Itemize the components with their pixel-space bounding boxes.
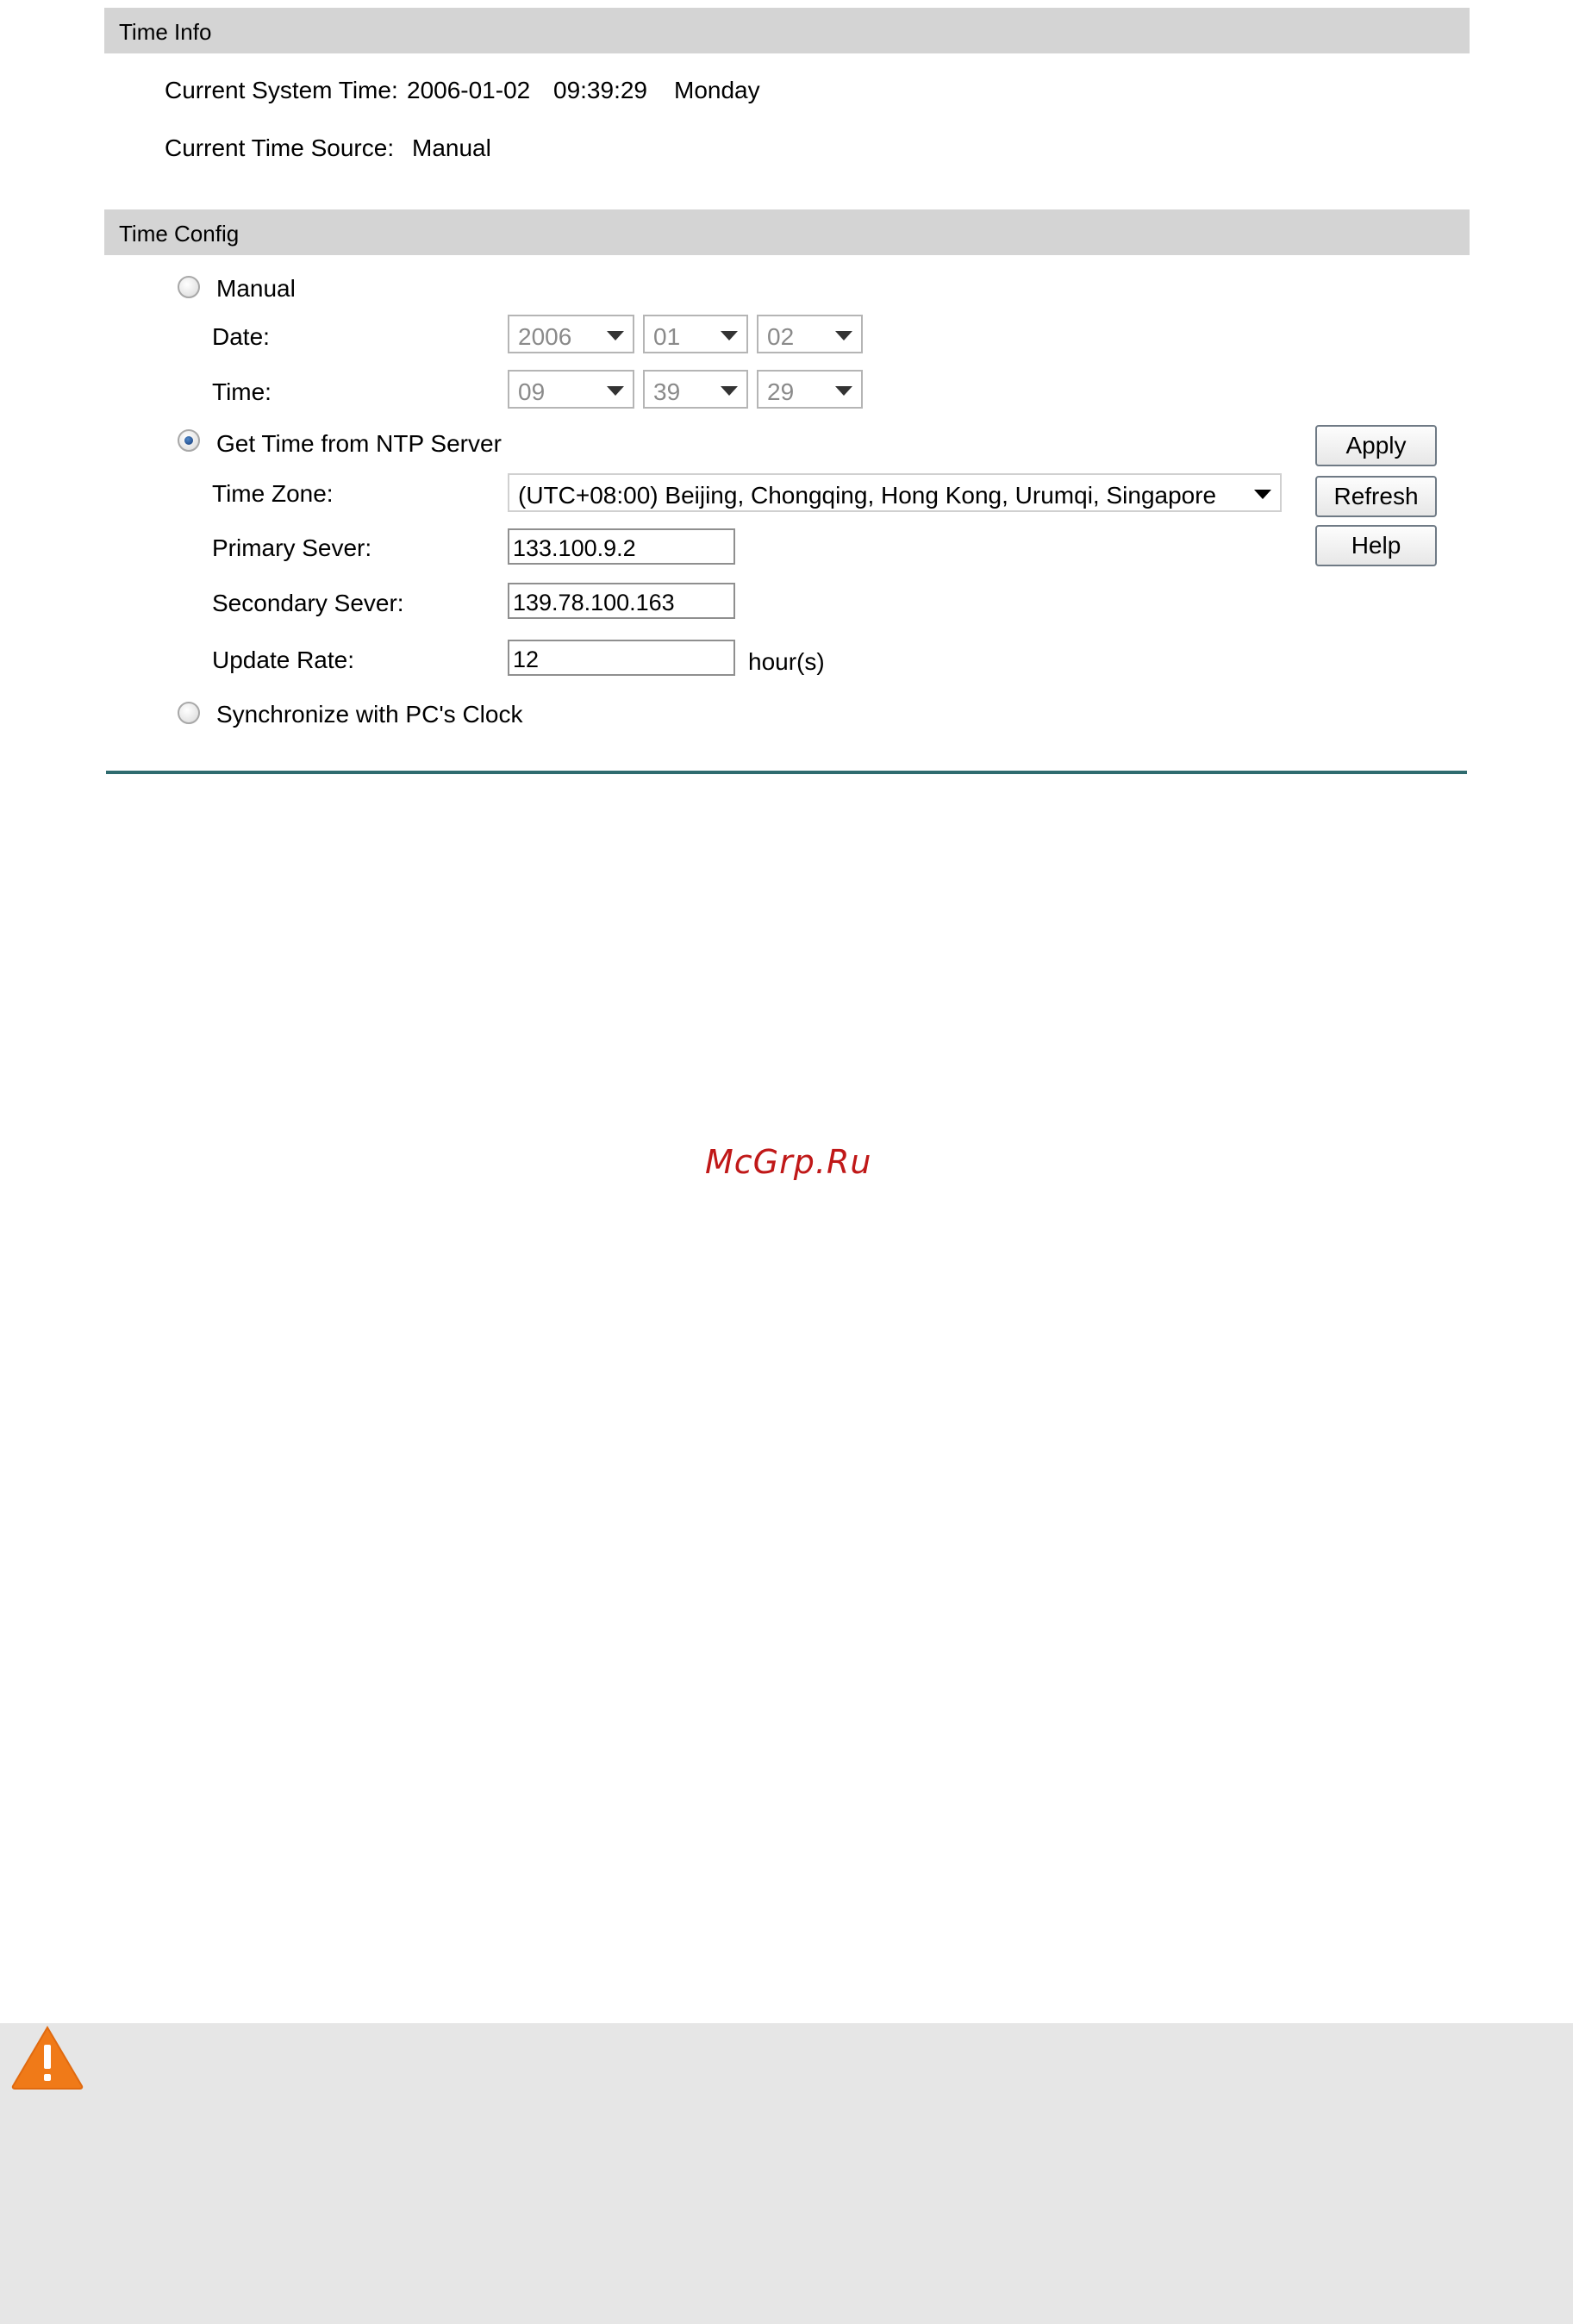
timezone-label: Time Zone: xyxy=(212,480,334,507)
year-select[interactable]: 2006 xyxy=(508,315,634,353)
time-config-header: Time Config xyxy=(104,209,1470,255)
chevron-down-icon xyxy=(607,331,624,340)
pc-clock-label[interactable]: Synchronize with PC's Clock xyxy=(216,703,522,727)
update-rate-label: Update Rate: xyxy=(212,647,354,673)
note-box xyxy=(0,2023,1573,2324)
timezone-value: (UTC+08:00) Beijing, Chongqing, Hong Kon… xyxy=(518,482,1217,509)
chevron-down-icon xyxy=(607,386,624,396)
manual-label[interactable]: Manual xyxy=(216,277,296,301)
system-day-value: Monday xyxy=(674,77,760,103)
time-info-title: Time Info xyxy=(119,19,212,45)
time-label: Time: xyxy=(212,378,272,405)
chevron-down-icon xyxy=(1254,490,1271,499)
system-time-label: Current System Time: xyxy=(165,77,398,103)
day-value: 02 xyxy=(767,323,795,350)
time-source-label: Current Time Source: xyxy=(165,134,395,161)
ntp-label[interactable]: Get Time from NTP Server xyxy=(216,432,502,456)
time-config-title: Time Config xyxy=(119,221,240,247)
system-clock-value: 09:39:29 xyxy=(553,77,647,103)
chevron-down-icon xyxy=(721,331,738,340)
ntp-radio[interactable] xyxy=(178,429,200,452)
update-rate-value: 12 xyxy=(513,647,540,672)
second-select[interactable]: 29 xyxy=(757,370,863,409)
primary-server-label: Primary Sever: xyxy=(212,534,372,561)
update-rate-unit: hour(s) xyxy=(748,648,825,675)
hour-value: 09 xyxy=(518,378,546,405)
second-value: 29 xyxy=(767,378,795,405)
refresh-button[interactable]: Refresh xyxy=(1315,476,1437,517)
minute-value: 39 xyxy=(653,378,681,405)
secondary-server-input[interactable]: 139.78.100.163 xyxy=(508,583,735,619)
day-select[interactable]: 02 xyxy=(757,315,863,353)
month-value: 01 xyxy=(653,323,681,350)
apply-button[interactable]: Apply xyxy=(1315,425,1437,466)
pc-clock-radio[interactable] xyxy=(178,702,200,724)
year-value: 2006 xyxy=(518,323,572,350)
minute-select[interactable]: 39 xyxy=(643,370,748,409)
date-label: Date: xyxy=(212,323,270,350)
chevron-down-icon xyxy=(835,386,852,396)
update-rate-input[interactable]: 12 xyxy=(508,640,735,676)
chevron-down-icon xyxy=(721,386,738,396)
help-button[interactable]: Help xyxy=(1315,525,1437,566)
warning-icon xyxy=(11,2026,84,2090)
secondary-server-label: Secondary Sever: xyxy=(212,590,404,616)
timezone-select[interactable]: (UTC+08:00) Beijing, Chongqing, Hong Kon… xyxy=(508,473,1282,512)
chevron-down-icon xyxy=(835,331,852,340)
time-info-header: Time Info xyxy=(104,8,1470,53)
manual-radio[interactable] xyxy=(178,276,200,298)
time-source-value: Manual xyxy=(412,134,491,161)
system-date-value: 2006-01-02 xyxy=(407,77,531,103)
hour-select[interactable]: 09 xyxy=(508,370,634,409)
month-select[interactable]: 01 xyxy=(643,315,748,353)
watermark-text: McGrp.Ru xyxy=(705,1143,872,1181)
secondary-server-value: 139.78.100.163 xyxy=(513,590,675,615)
section-divider xyxy=(106,771,1467,774)
primary-server-input[interactable]: 133.100.9.2 xyxy=(508,528,735,565)
primary-server-value: 133.100.9.2 xyxy=(513,535,636,561)
